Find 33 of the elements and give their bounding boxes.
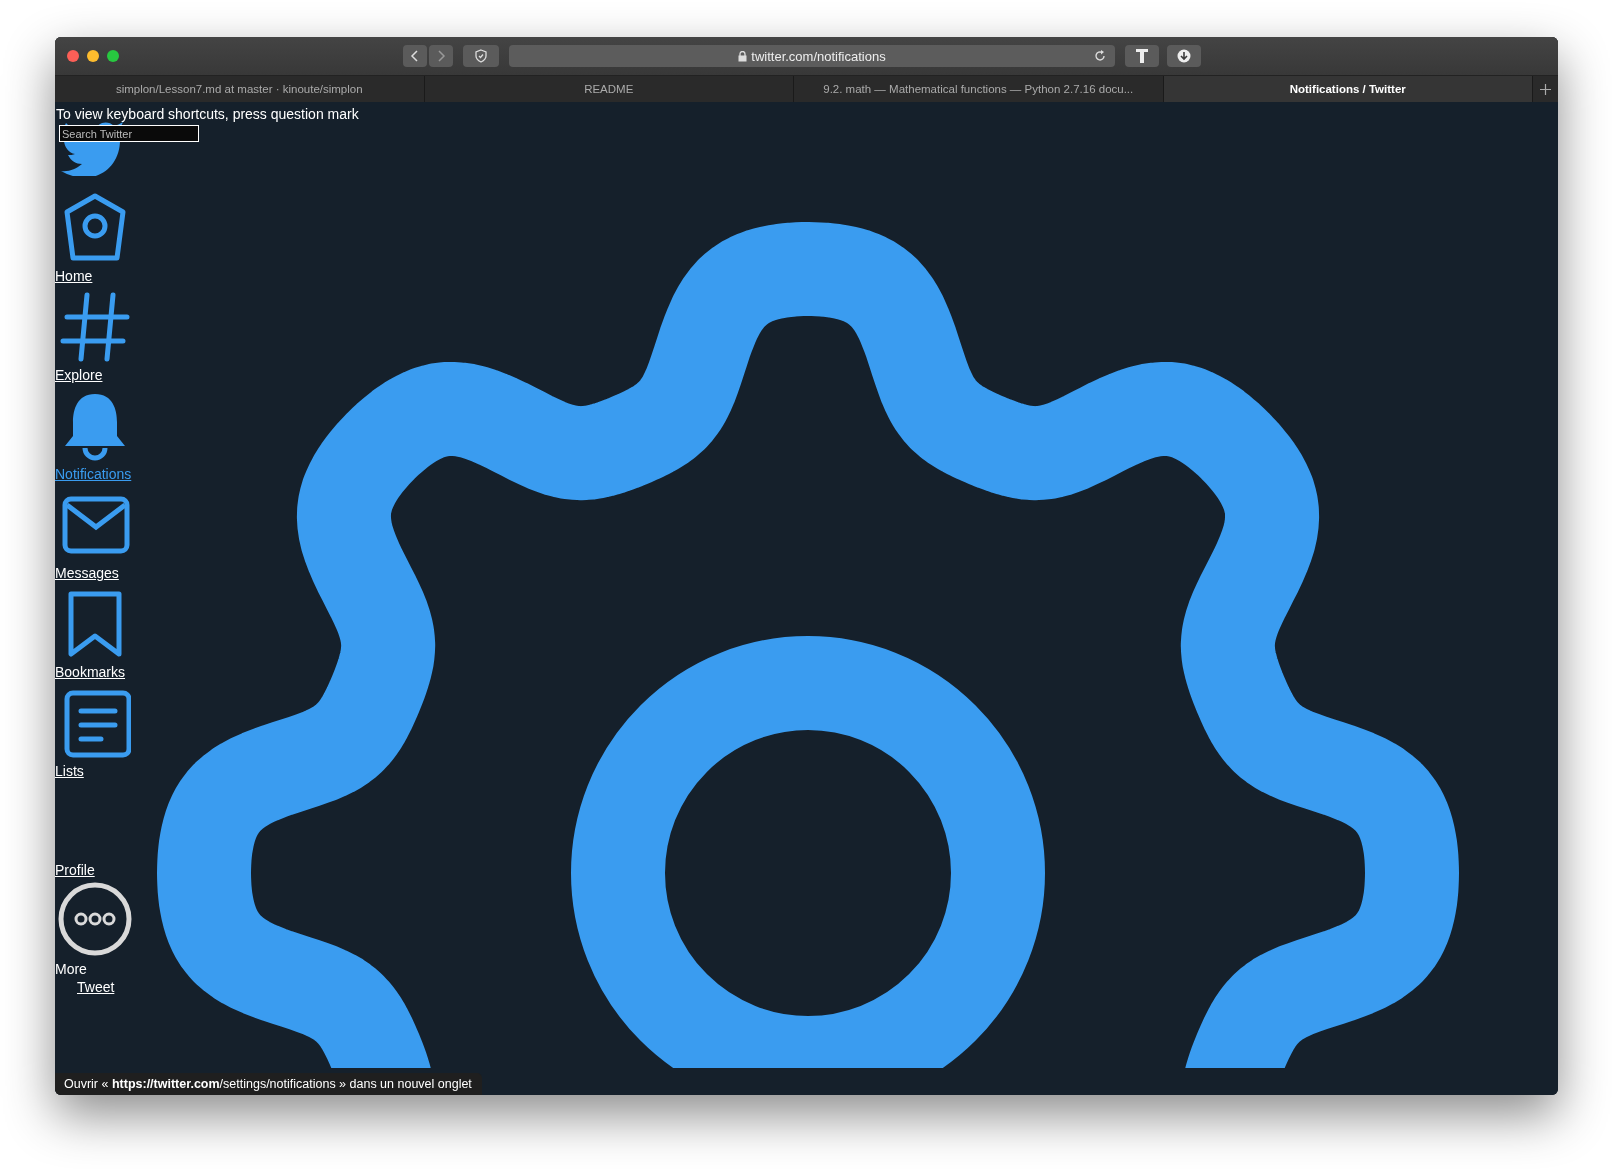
filter-button[interactable] [1125, 45, 1159, 67]
reload-icon[interactable] [1093, 49, 1107, 63]
close-button[interactable] [67, 50, 79, 62]
address-bar[interactable]: twitter.com/notifications [509, 45, 1115, 67]
hashtag-icon [59, 291, 131, 363]
zoom-button[interactable] [107, 50, 119, 62]
nav-link[interactable]: Explore [55, 367, 103, 384]
nav-link[interactable]: Home [55, 268, 93, 285]
search-field[interactable]: Search Twitter [59, 125, 199, 142]
back-button[interactable] [403, 45, 427, 67]
shield-icon [474, 49, 488, 63]
nav-link[interactable]: Messages [55, 565, 119, 582]
keyboard-shortcut-hint: To view keyboard shortcuts, press question mark [56, 106, 359, 122]
nav-link[interactable]: More [55, 961, 87, 978]
more-icon [57, 881, 133, 957]
link-status-tooltip: Ouvrir « https://twitter.com/settings/notifications » dans un nouvel onglet [55, 1073, 482, 1095]
chevron-right-icon [436, 50, 446, 62]
lock-icon [738, 50, 748, 62]
plus-icon[interactable] [1540, 83, 1551, 95]
url-text: twitter.com/notifications [751, 48, 886, 64]
gear-icon [157, 222, 1459, 1068]
chevron-left-icon [410, 50, 420, 62]
nav-link[interactable]: Lists [55, 763, 84, 780]
tweet-link[interactable]: Tweet [77, 979, 115, 996]
download-icon [1177, 49, 1191, 63]
minimize-button[interactable] [87, 50, 99, 62]
nav-link[interactable]: Bookmarks [55, 664, 126, 681]
nav-link[interactable]: Notifications [55, 466, 132, 483]
funnel-icon [1136, 49, 1148, 63]
shield-button[interactable] [463, 45, 499, 67]
browser-tab[interactable]: Notifications / Twitter [1163, 76, 1533, 102]
nav-link[interactable]: Profile [55, 862, 95, 879]
download-button[interactable] [1167, 45, 1201, 67]
